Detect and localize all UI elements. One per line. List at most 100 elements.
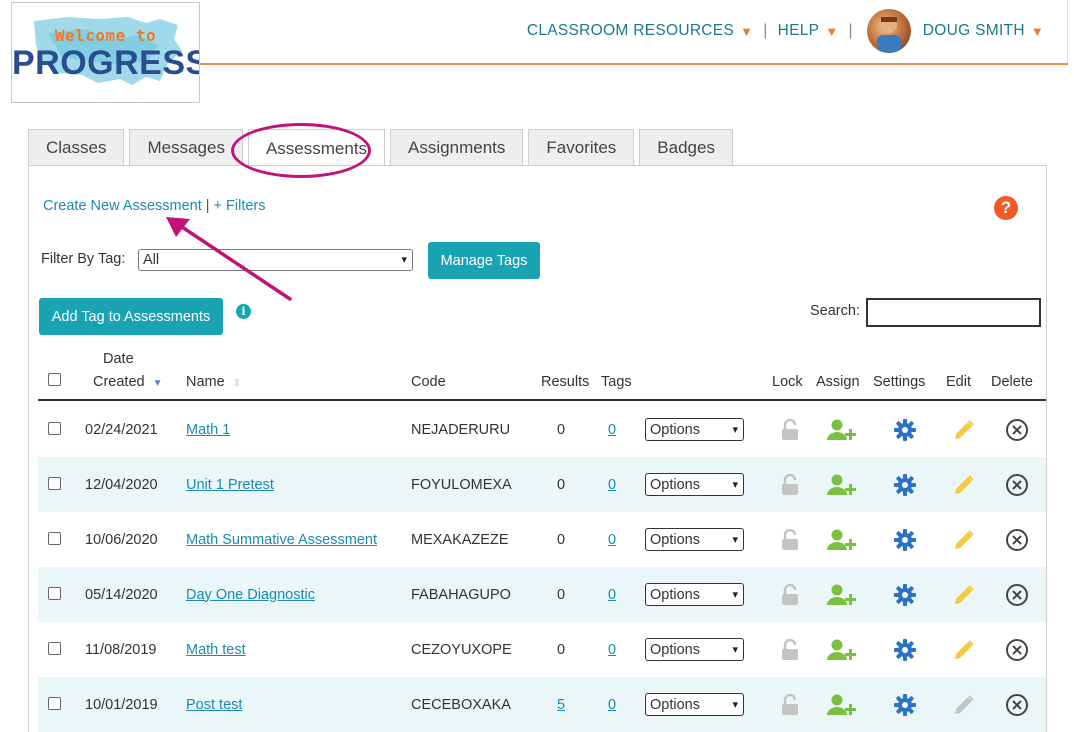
gear-icon[interactable] xyxy=(893,567,917,622)
site-logo[interactable]: Welcome to PROGRESS xyxy=(11,2,200,103)
row-checkbox[interactable] xyxy=(48,422,61,435)
gear-icon[interactable] xyxy=(893,677,917,732)
table-row: 05/14/2020 Day One Diagnostic FABAHAGUPO 0 0… xyxy=(38,567,1046,622)
row-results[interactable]: 5 xyxy=(557,697,565,713)
row-checkbox[interactable] xyxy=(48,587,61,600)
filter-by-tag-label: Filter By Tag: xyxy=(41,251,126,267)
gear-icon[interactable] xyxy=(893,622,917,677)
assessment-name-link[interactable]: Math Summative Assessment xyxy=(186,532,377,548)
tab-favorites[interactable]: Favorites xyxy=(528,129,635,166)
assign-user-icon[interactable] xyxy=(826,402,858,457)
lock-icon[interactable] xyxy=(778,402,802,457)
tab-badges[interactable]: Badges xyxy=(639,129,733,166)
filter-by-tag-select[interactable]: All ▾ xyxy=(138,249,413,271)
delete-icon[interactable] xyxy=(1004,402,1030,457)
row-options-select[interactable]: Options ▾ xyxy=(645,638,744,661)
tab-classes[interactable]: Classes xyxy=(28,129,125,166)
assessment-name-link[interactable]: Day One Diagnostic xyxy=(186,587,315,603)
row-tags-link[interactable]: 0 xyxy=(608,642,616,658)
gear-icon[interactable] xyxy=(893,457,917,512)
pencil-icon[interactable] xyxy=(952,402,976,457)
row-checkbox[interactable] xyxy=(48,532,61,545)
row-options-select[interactable]: Options ▾ xyxy=(645,528,744,551)
assessment-name-link[interactable]: Post test xyxy=(186,697,242,713)
classroom-resources-menu[interactable]: CLASSROOM RESOURCES ▼ xyxy=(527,22,753,40)
assessment-name-link[interactable]: Math test xyxy=(186,642,246,658)
row-options-select[interactable]: Options ▾ xyxy=(645,473,744,496)
assign-user-icon[interactable] xyxy=(826,567,858,622)
add-tag-button[interactable]: Add Tag to Assessments xyxy=(39,298,223,335)
row-code: NEJADERURU xyxy=(411,421,511,438)
delete-icon[interactable] xyxy=(1004,512,1030,567)
pencil-icon[interactable] xyxy=(952,457,976,512)
filters-link[interactable]: + Filters xyxy=(214,198,266,214)
tab-assignments[interactable]: Assignments xyxy=(390,129,524,166)
row-tags-link[interactable]: 0 xyxy=(608,587,616,603)
caret-down-icon: ▼ xyxy=(1030,23,1044,39)
app-root: Welcome to PROGRESS CLASSROOM RESOURCES … xyxy=(0,0,1074,732)
assign-user-icon[interactable] xyxy=(826,457,858,512)
gear-icon[interactable] xyxy=(893,512,917,567)
column-header-edit: Edit xyxy=(946,374,971,390)
tab-assessments[interactable]: Assessments xyxy=(247,129,386,167)
table-row: 10/06/2020 Math Summative Assessment MEXAK… xyxy=(38,512,1046,567)
row-tags-link[interactable]: 0 xyxy=(608,477,616,493)
info-icon[interactable]: i xyxy=(236,304,251,319)
column-header-settings: Settings xyxy=(873,374,926,390)
delete-icon[interactable] xyxy=(1004,567,1030,622)
row-checkbox[interactable] xyxy=(48,642,61,655)
row-tags-link[interactable]: 0 xyxy=(608,422,616,438)
create-new-assessment-link[interactable]: Create New Assessment xyxy=(43,198,202,214)
assessment-name-link[interactable]: Unit 1 Pretest xyxy=(186,477,274,493)
lock-icon[interactable] xyxy=(778,457,802,512)
row-date: 05/14/2020 xyxy=(85,586,158,603)
assign-user-icon[interactable] xyxy=(826,622,858,677)
row-options-select[interactable]: Options ▾ xyxy=(645,418,744,441)
column-header-name[interactable]: Name ⇕ xyxy=(186,374,241,390)
pencil-icon[interactable] xyxy=(952,622,976,677)
table-row: 11/08/2019 Math test CEZOYUXOPE 0 0 Options ▾ xyxy=(38,622,1046,677)
pencil-icon[interactable] xyxy=(952,512,976,567)
help-menu[interactable]: HELP ▼ xyxy=(778,22,839,40)
row-options-select[interactable]: Options ▾ xyxy=(645,583,744,606)
delete-icon[interactable] xyxy=(1004,622,1030,677)
delete-icon[interactable] xyxy=(1004,457,1030,512)
options-label: Options xyxy=(650,476,700,493)
help-icon[interactable]: ? xyxy=(994,196,1018,220)
table-row: 12/04/2020 Unit 1 Pretest FOYULOMEXA 0 0 Opti… xyxy=(38,457,1046,512)
caret-down-icon: ▼ xyxy=(825,23,839,39)
lock-icon[interactable] xyxy=(778,622,802,677)
chevron-down-icon: ▾ xyxy=(732,589,738,601)
column-header-date-created[interactable]: Created ▼ xyxy=(93,374,163,390)
search-input[interactable] xyxy=(866,298,1041,327)
main-tabs: Classes Messages Assessments Assignments… xyxy=(28,129,738,167)
row-tags-link[interactable]: 0 xyxy=(608,532,616,548)
pencil-icon[interactable] xyxy=(952,677,976,732)
row-tags-link[interactable]: 0 xyxy=(608,697,616,713)
lock-icon[interactable] xyxy=(778,677,802,732)
sort-desc-icon: ▼ xyxy=(152,378,163,389)
user-menu[interactable]: DOUG SMITH ▼ xyxy=(863,9,1044,53)
select-all-checkbox[interactable] xyxy=(48,373,61,386)
row-checkbox[interactable] xyxy=(48,697,61,710)
row-checkbox[interactable] xyxy=(48,477,61,490)
assign-user-icon[interactable] xyxy=(826,677,858,732)
top-navigation: CLASSROOM RESOURCES ▼ | HELP ▼ | DOUG SM… xyxy=(527,8,1044,54)
lock-icon[interactable] xyxy=(778,567,802,622)
assessment-name-link[interactable]: Math 1 xyxy=(186,422,230,438)
chevron-down-icon: ▾ xyxy=(401,254,407,266)
classroom-resources-label: CLASSROOM RESOURCES xyxy=(526,22,735,39)
pencil-icon[interactable] xyxy=(952,567,976,622)
manage-tags-button[interactable]: Manage Tags xyxy=(428,242,540,279)
tab-messages[interactable]: Messages xyxy=(129,129,243,166)
gear-icon[interactable] xyxy=(893,402,917,457)
assign-user-icon[interactable] xyxy=(826,512,858,567)
row-results: 0 xyxy=(557,421,566,438)
column-header-assign: Assign xyxy=(816,374,860,390)
column-header-results: Results xyxy=(541,374,590,390)
delete-icon[interactable] xyxy=(1004,677,1030,732)
lock-icon[interactable] xyxy=(778,512,802,567)
avatar xyxy=(866,9,911,53)
row-options-select[interactable]: Options ▾ xyxy=(645,693,744,716)
filter-selected-value: All xyxy=(143,252,160,268)
